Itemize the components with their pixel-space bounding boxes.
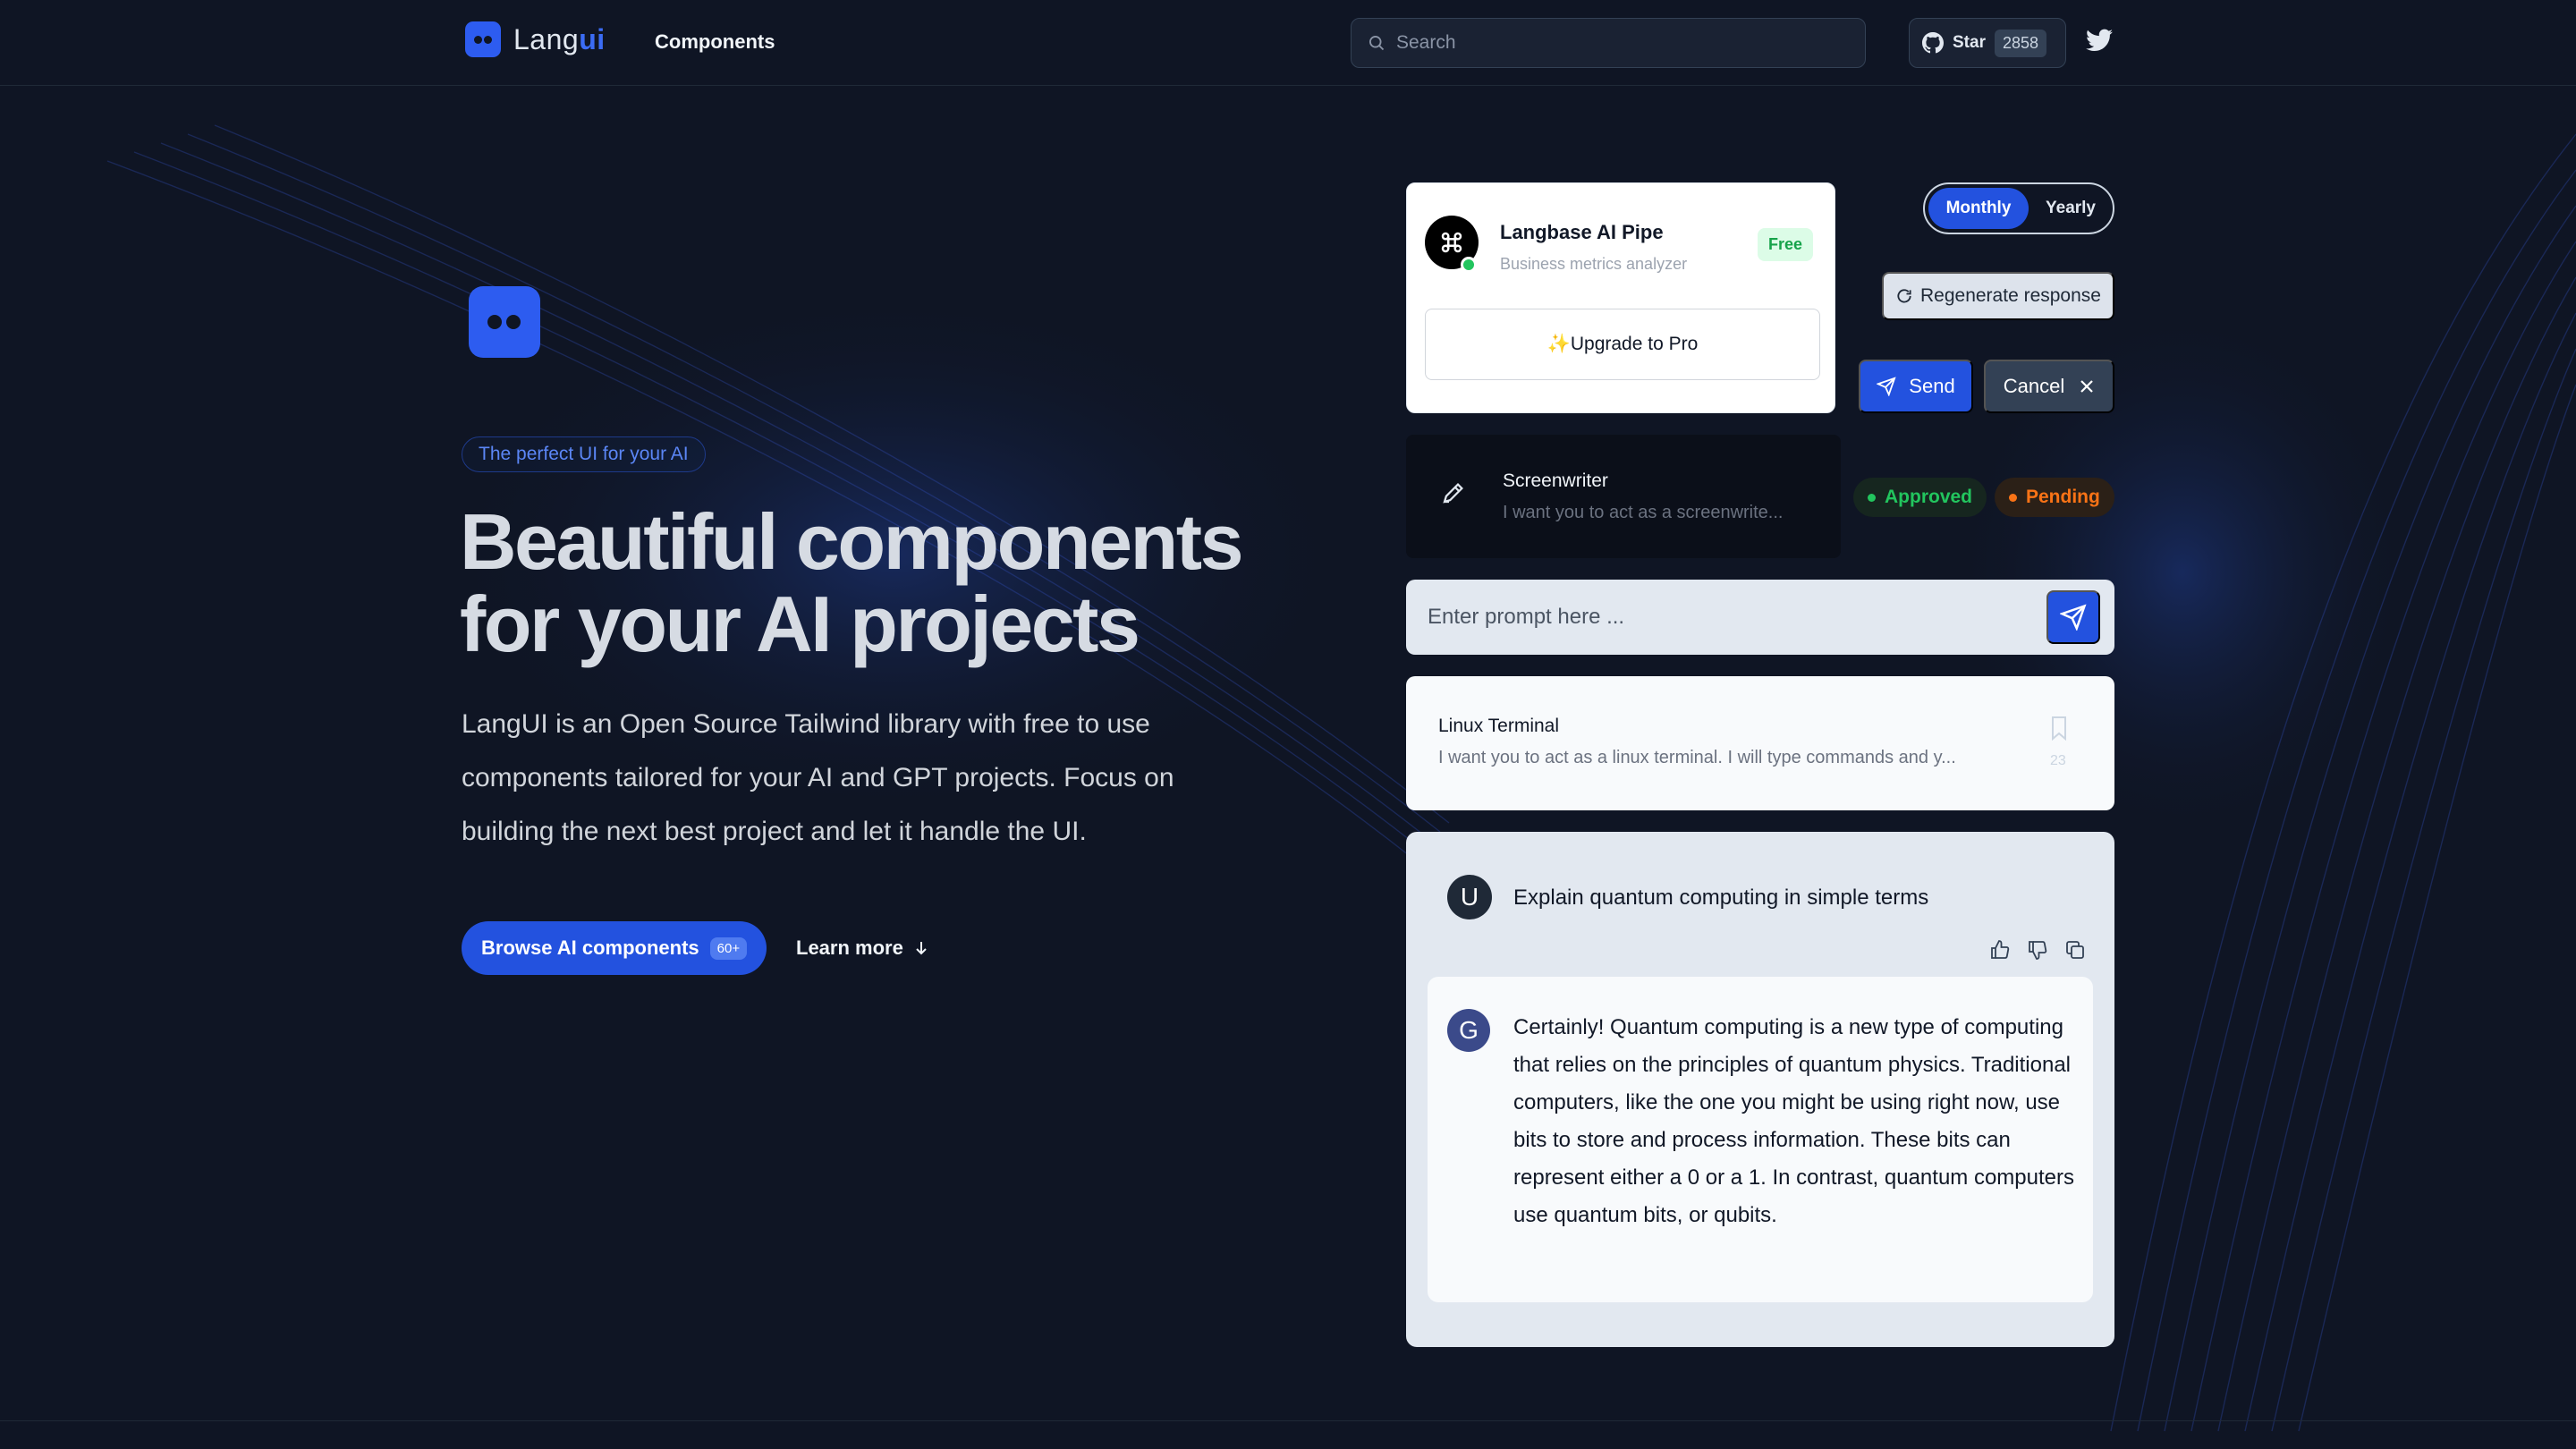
close-icon bbox=[2080, 380, 2094, 393]
github-star-button[interactable]: Star 2858 bbox=[1909, 18, 2066, 68]
browse-components-label: Browse AI components bbox=[481, 936, 699, 959]
logo-text-prefix: Lang bbox=[513, 22, 580, 55]
user-avatar: U bbox=[1447, 875, 1492, 919]
billing-toggle: Monthly Yearly bbox=[1923, 182, 2114, 234]
search-icon bbox=[1369, 36, 1385, 51]
assistant-answer: Certainly! Quantum computing is a new ty… bbox=[1513, 1015, 2074, 1227]
thumbs-up-icon[interactable] bbox=[1989, 939, 2011, 961]
learn-more-label: Learn more bbox=[796, 936, 903, 959]
thumbs-down-icon[interactable] bbox=[2027, 939, 2048, 961]
github-star-count: 2858 bbox=[1994, 29, 2047, 57]
hero-tagline: The perfect UI for your AI bbox=[462, 436, 706, 472]
free-badge: Free bbox=[1758, 228, 1814, 261]
send-button[interactable]: Send bbox=[1859, 360, 1973, 413]
hero-logo-icon bbox=[469, 286, 540, 358]
arrow-down-icon bbox=[916, 942, 927, 955]
screenwriter-card[interactable]: Screenwriter I want you to act as a scre… bbox=[1406, 435, 1841, 558]
pipe-card: Langbase AI Pipe Business metrics analyz… bbox=[1406, 182, 1835, 413]
search-input[interactable] bbox=[1396, 32, 1826, 54]
message-actions bbox=[1989, 939, 2086, 961]
learn-more-link[interactable]: Learn more bbox=[796, 921, 928, 975]
screenwriter-title: Screenwriter bbox=[1503, 470, 1608, 491]
copy-icon[interactable] bbox=[2064, 939, 2086, 961]
assistant-message: G Certainly! Quantum computing is a new … bbox=[1428, 977, 2093, 1302]
background-waves bbox=[106, 124, 2576, 1432]
hero-title-line-2: for your AI projects bbox=[460, 580, 1140, 668]
regenerate-response-button[interactable]: Regenerate response bbox=[1882, 272, 2114, 320]
pending-dot bbox=[2009, 493, 2017, 502]
cancel-label: Cancel bbox=[2003, 375, 2065, 397]
regenerate-response-label: Regenerate response bbox=[1920, 285, 2101, 306]
online-status-dot bbox=[1461, 257, 1477, 273]
screenwriter-subtitle: I want you to act as a screenwrite... bbox=[1503, 503, 1784, 522]
logo-icon bbox=[465, 21, 501, 57]
pending-label: Pending bbox=[2026, 487, 2100, 507]
nav-components-link[interactable]: Components bbox=[655, 30, 775, 54]
footer-divider bbox=[0, 1420, 2576, 1421]
refresh-icon bbox=[1897, 289, 1911, 303]
monthly-option[interactable]: Monthly bbox=[1928, 188, 2029, 229]
bookmark-icon[interactable] bbox=[2050, 716, 2068, 741]
send-icon bbox=[1877, 377, 1896, 396]
top-navigation-bar: Langui Components Star 2858 bbox=[0, 0, 2576, 86]
bookmark-count: 23 bbox=[2050, 753, 2066, 768]
approved-label: Approved bbox=[1885, 487, 1973, 507]
chat-panel: U Explain quantum computing in simple te… bbox=[1406, 832, 2114, 1347]
pipe-title: Langbase AI Pipe bbox=[1500, 221, 1664, 243]
send-label: Send bbox=[1909, 375, 1955, 397]
yearly-option[interactable]: Yearly bbox=[2032, 188, 2109, 229]
user-question: Explain quantum computing in simple term… bbox=[1513, 886, 1929, 910]
cancel-button[interactable]: Cancel bbox=[1984, 360, 2114, 413]
search-box[interactable] bbox=[1351, 18, 1866, 68]
linux-terminal-card[interactable]: Linux Terminal I want you to act as a li… bbox=[1406, 676, 2114, 810]
hero-title-line-1: Beautiful components bbox=[460, 497, 1244, 586]
approved-dot bbox=[1868, 493, 1876, 502]
logo-text-suffix: ui bbox=[579, 22, 606, 55]
pipe-subtitle: Business metrics analyzer bbox=[1500, 255, 1688, 273]
twitter-icon[interactable] bbox=[2086, 29, 2113, 52]
linux-terminal-title: Linux Terminal bbox=[1438, 716, 1560, 736]
assistant-avatar: G bbox=[1447, 1009, 1490, 1052]
github-icon bbox=[1922, 32, 1944, 54]
linux-terminal-subtitle: I want you to act as a linux terminal. I… bbox=[1438, 748, 1956, 767]
prompt-box bbox=[1406, 580, 2114, 655]
pencil-icon bbox=[1443, 483, 1463, 504]
github-star-label: Star bbox=[1953, 33, 1986, 52]
browse-components-button[interactable]: Browse AI components 60+ bbox=[462, 921, 767, 975]
upgrade-to-pro-button[interactable]: ✨Upgrade to Pro bbox=[1425, 309, 1820, 380]
logo-text: Langui bbox=[513, 23, 606, 56]
hero-description: LangUI is an Open Source Tailwind librar… bbox=[462, 709, 1174, 846]
send-icon bbox=[2060, 604, 2087, 631]
prompt-send-button[interactable] bbox=[2046, 590, 2100, 644]
logo[interactable]: Langui bbox=[465, 21, 606, 57]
hero-title: Beautiful components for your AI project… bbox=[460, 497, 1244, 668]
pending-badge: Pending bbox=[1995, 478, 2114, 517]
prompt-input[interactable] bbox=[1428, 601, 2036, 633]
approved-badge: Approved bbox=[1853, 478, 1987, 517]
components-count-badge: 60+ bbox=[709, 936, 748, 960]
